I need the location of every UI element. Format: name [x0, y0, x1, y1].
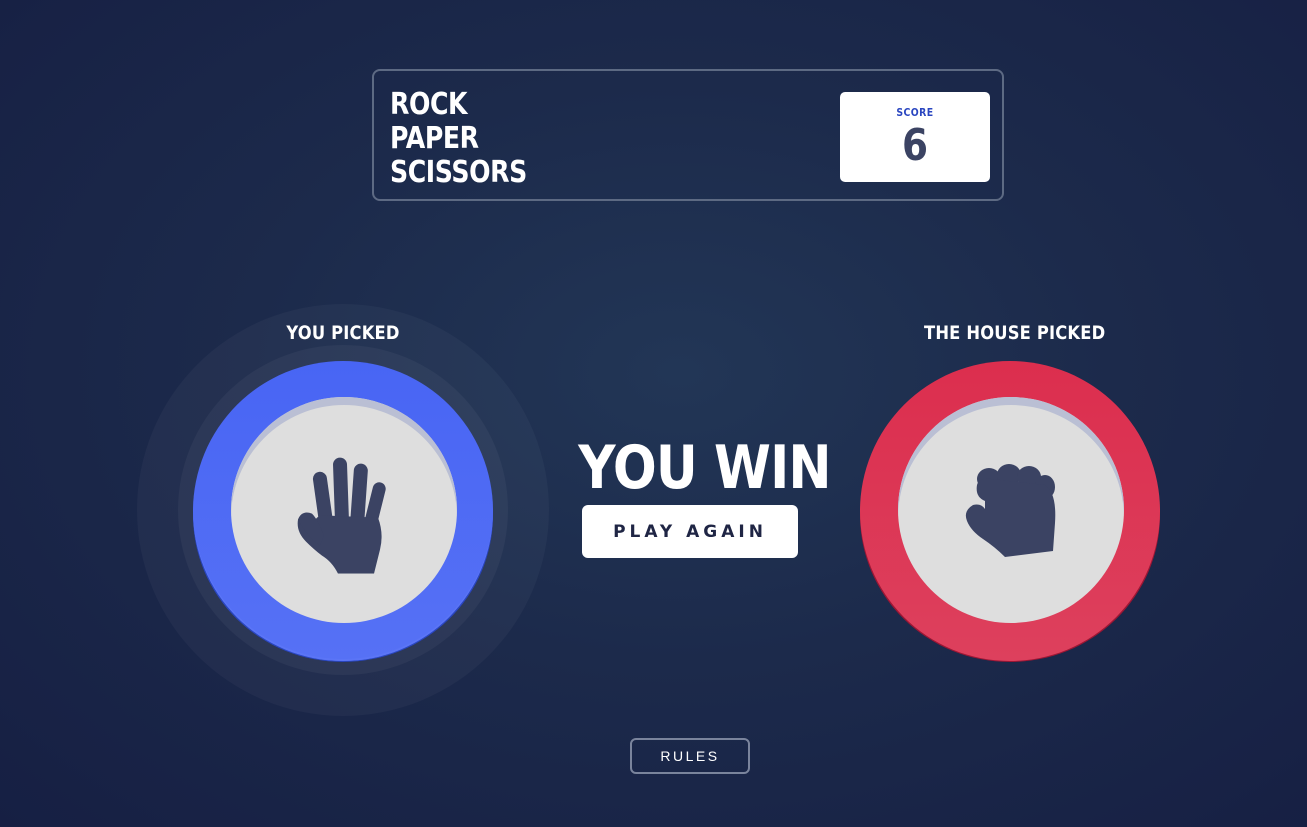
score-label: SCORE	[896, 106, 934, 119]
score-box: SCORE 6	[840, 92, 990, 182]
result-text: YOU WIN	[578, 433, 831, 503]
score-value: 6	[901, 120, 929, 171]
player-token-face	[231, 397, 457, 623]
rules-button[interactable]: RULES	[630, 738, 750, 774]
paper-hand-icon	[297, 457, 386, 574]
rock-fist-icon	[965, 464, 1056, 557]
house-token-rock	[860, 361, 1160, 661]
header-panel: ROCK PAPER SCISSORS SCORE 6	[372, 69, 1004, 201]
title-line-paper: PAPER	[390, 121, 479, 156]
game-title: ROCK PAPER SCISSORS	[390, 88, 527, 190]
player-token-paper	[193, 361, 493, 661]
title-line-rock: ROCK	[390, 87, 468, 122]
house-token-face	[898, 397, 1124, 623]
play-again-button[interactable]: PLAY AGAIN	[582, 505, 798, 558]
title-line-scissors: SCISSORS	[390, 155, 527, 190]
house-pick-label: THE HOUSE PICKED	[924, 322, 1106, 344]
